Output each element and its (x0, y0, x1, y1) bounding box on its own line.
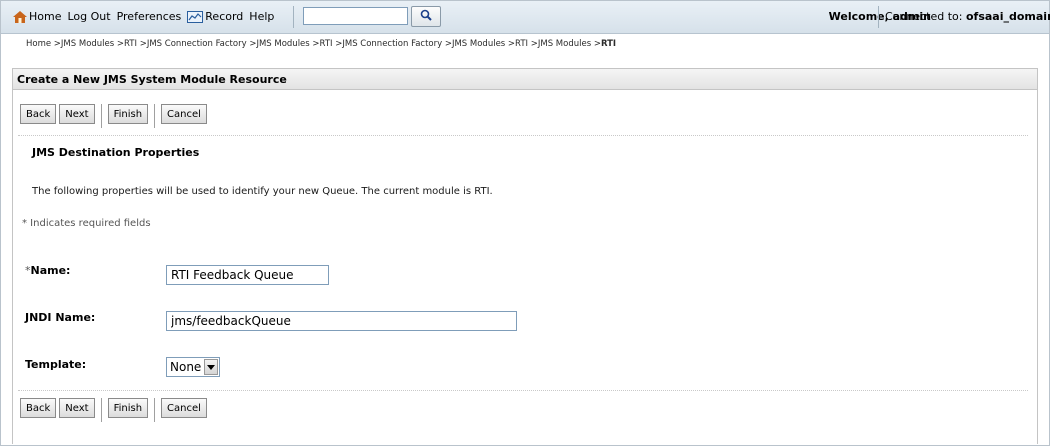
section-title: JMS Destination Properties (32, 146, 200, 159)
name-field[interactable] (166, 265, 329, 285)
template-select[interactable]: None (166, 357, 220, 377)
search-icon (420, 9, 432, 24)
home-label: Home (29, 10, 62, 23)
button-divider (100, 104, 102, 128)
connected-label: Connected to: (885, 10, 963, 23)
record-icon (187, 11, 204, 23)
button-divider (154, 398, 156, 422)
connection-status: Connected to: ofsaai_domain (885, 10, 1050, 23)
welcome-divider (878, 6, 879, 28)
record-link[interactable]: Record (187, 10, 243, 23)
jndi-name-label: JNDI Name: (25, 311, 96, 324)
required-note: * Indicates required fields (22, 218, 151, 229)
back-button[interactable]: Back (20, 398, 57, 418)
next-button[interactable]: Next (59, 398, 95, 418)
bottom-button-row: Back Next Finish Cancel (20, 398, 207, 422)
preferences-link[interactable]: Preferences (117, 10, 182, 23)
breadcrumb-path[interactable]: Home >JMS Modules >RTI >JMS Connection F… (26, 39, 601, 49)
domain-name: ofsaai_domain (965, 10, 1050, 23)
home-link[interactable]: Home (13, 10, 61, 23)
breadcrumb: Home >JMS Modules >RTI >JMS Connection F… (26, 39, 616, 49)
toolbar-divider (293, 6, 294, 28)
help-link[interactable]: Help (249, 10, 274, 23)
cancel-button[interactable]: Cancel (161, 398, 207, 418)
divider-line (18, 135, 1028, 136)
search-button[interactable] (411, 6, 441, 27)
finish-button[interactable]: Finish (107, 104, 149, 124)
breadcrumb-current: RTI (600, 39, 617, 49)
page-description: The following properties will be used to… (32, 186, 493, 197)
back-button[interactable]: Back (20, 104, 57, 124)
dropdown-arrow-icon[interactable] (204, 359, 218, 375)
button-divider (100, 398, 102, 422)
page-title: Create a New JMS System Module Resource (17, 73, 287, 86)
next-button[interactable]: Next (59, 104, 95, 124)
search-input[interactable] (303, 7, 408, 25)
finish-button[interactable]: Finish (107, 398, 149, 418)
top-button-row: Back Next Finish Cancel (20, 104, 207, 128)
divider-line (18, 390, 1028, 391)
toolbar-links: Home Log Out Preferences Record Help (13, 10, 274, 23)
name-label: *Name: (25, 264, 70, 277)
button-divider (154, 104, 156, 128)
name-label-text: Name: (30, 264, 71, 277)
top-toolbar: Home Log Out Preferences Record Help Wel… (1, 1, 1050, 34)
page-title-bar: Create a New JMS System Module Resource (12, 68, 1038, 90)
logout-link[interactable]: Log Out (67, 10, 110, 23)
cancel-button[interactable]: Cancel (161, 104, 207, 124)
record-label: Record (205, 10, 244, 23)
template-selected-value: None (170, 360, 202, 374)
jndi-name-field[interactable] (166, 311, 517, 331)
template-label: Template: (25, 358, 87, 371)
home-icon (13, 11, 27, 23)
